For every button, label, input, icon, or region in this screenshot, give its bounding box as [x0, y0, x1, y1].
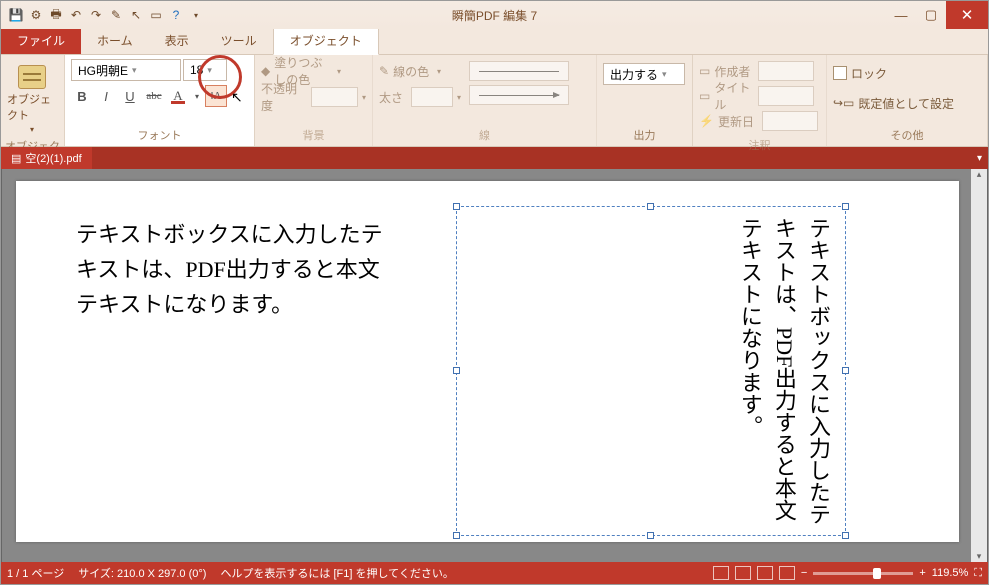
group-label-font: フォント	[65, 127, 254, 146]
view-mode-4-icon[interactable]	[779, 566, 795, 580]
pointer-icon[interactable]: ↖	[127, 6, 145, 24]
line-arrow-combo[interactable]	[469, 85, 569, 105]
cursor-icon: ↖	[231, 89, 243, 106]
selected-textbox[interactable]: テキストボックスに入力したテキストは、PDF出力すると本文テキストになります。	[456, 206, 846, 536]
underline-button[interactable]: U	[119, 85, 141, 107]
vertical-text[interactable]: テキストボックスに入力したテキストは、PDF出力すると本文テキストになります。	[733, 217, 835, 525]
output-combo[interactable]: 出力する▾	[603, 63, 685, 85]
author-input[interactable]	[758, 61, 814, 81]
close-button[interactable]: ✕	[946, 1, 988, 29]
edit-icon[interactable]: ✎	[107, 6, 125, 24]
document-canvas[interactable]: テキストボックスに入力したテキストは、PDF出力すると本文テキストになります。 …	[1, 169, 988, 562]
ribbon-tabs: ファイル ホーム 表示 ツール オブジェクト	[1, 29, 988, 55]
group-label-output: 出力	[597, 127, 692, 146]
italic-button[interactable]: I	[95, 85, 117, 107]
title-bar: 💾 ⚙ 🖶 ↶ ↷ ✎ ↖ ▭ ? ▾ 瞬簡PDF 編集 7 — ▢ ✕	[1, 1, 988, 29]
font-name-combo[interactable]: HG明朝E▾	[71, 59, 181, 81]
object-icon	[18, 65, 46, 89]
resize-handle[interactable]	[842, 367, 849, 374]
bold-button[interactable]: B	[71, 85, 93, 107]
set-default-button[interactable]: ↪▭既定値として設定	[833, 91, 954, 115]
group-label-other: その他	[827, 127, 987, 146]
tab-object[interactable]: オブジェクト	[273, 26, 379, 55]
font-size-combo[interactable]: 18▾	[183, 59, 227, 81]
line-width-input[interactable]	[411, 87, 453, 107]
pdf-icon: ▤	[11, 152, 21, 165]
ribbon: オブジェクト▾ オブジェクト HG明朝E▾ 18▾ B I U abc A ▾ …	[1, 55, 988, 147]
resize-handle[interactable]	[647, 203, 654, 210]
maximize-button[interactable]: ▢	[916, 1, 946, 29]
view-mode-1-icon[interactable]	[713, 566, 729, 580]
resize-handle[interactable]	[453, 367, 460, 374]
zoom-fit-icon[interactable]: ⛶	[974, 567, 982, 580]
quick-access-toolbar: 💾 ⚙ 🖶 ↶ ↷ ✎ ↖ ▭ ? ▾	[1, 6, 205, 24]
object-button[interactable]: オブジェクト▾	[7, 59, 57, 134]
resize-handle[interactable]	[842, 203, 849, 210]
author-icon: ▭	[699, 64, 710, 78]
title-icon: ▭	[699, 89, 710, 103]
font-color-dropdown[interactable]: ▾	[191, 85, 203, 107]
app-title: 瞬簡PDF 編集 7	[452, 7, 537, 24]
group-label-line: 線	[373, 127, 596, 146]
resize-handle[interactable]	[647, 532, 654, 539]
resize-handle[interactable]	[453, 203, 460, 210]
line-style-combo[interactable]	[469, 61, 569, 81]
vertical-text-button[interactable]: ‖A	[205, 85, 227, 107]
default-icon: ↪▭	[833, 96, 854, 110]
view-mode-3-icon[interactable]	[757, 566, 773, 580]
help-icon[interactable]: ?	[167, 6, 185, 24]
redo-icon[interactable]: ↷	[87, 6, 105, 24]
font-color-button[interactable]: A	[167, 85, 189, 107]
zoom-in-button[interactable]: +	[919, 567, 925, 579]
undo-icon[interactable]: ↶	[67, 6, 85, 24]
minimize-button[interactable]: —	[886, 1, 916, 29]
config-icon[interactable]: ⚙	[27, 6, 45, 24]
tab-tool[interactable]: ツール	[205, 27, 273, 54]
qat-dropdown-icon[interactable]: ▾	[187, 6, 205, 24]
lock-checkbox[interactable]: ロック	[833, 61, 954, 85]
document-tab[interactable]: ▤空(2)(1).pdf	[1, 147, 92, 169]
pen-icon: ✎	[379, 64, 389, 78]
tab-home[interactable]: ホーム	[81, 27, 149, 54]
group-label-bg: 背景	[255, 127, 372, 146]
resize-handle[interactable]	[842, 532, 849, 539]
strike-button[interactable]: abc	[143, 85, 165, 107]
resize-handle[interactable]	[453, 532, 460, 539]
status-bar: 1 / 1 ページ サイズ: 210.0 X 297.0 (0°) ヘルプを表示…	[1, 562, 988, 584]
page-indicator: 1 / 1 ページ	[7, 565, 64, 581]
title-input[interactable]	[758, 86, 814, 106]
zoom-slider[interactable]	[813, 572, 913, 575]
view-mode-2-icon[interactable]	[735, 566, 751, 580]
fill-icon: ◆	[261, 64, 270, 78]
tab-overflow-icon[interactable]: ▾	[971, 153, 988, 164]
opacity-input[interactable]	[311, 87, 358, 107]
tab-view[interactable]: 表示	[149, 27, 205, 54]
help-hint: ヘルプを表示するには [F1] を押してください。	[220, 565, 453, 581]
size-indicator: サイズ: 210.0 X 297.0 (0°)	[78, 565, 206, 581]
view-icon[interactable]: ▭	[147, 6, 165, 24]
body-text: テキストボックスに入力したテキストは、PDF出力すると本文テキストになります。	[76, 217, 396, 323]
print-icon[interactable]: 🖶	[47, 6, 65, 24]
tab-file[interactable]: ファイル	[1, 27, 81, 54]
vertical-scrollbar[interactable]	[971, 169, 987, 562]
save-icon[interactable]: 💾	[7, 6, 25, 24]
updated-input[interactable]	[762, 111, 818, 131]
document-tab-bar: ▤空(2)(1).pdf ▾	[1, 147, 988, 169]
updated-icon: ⚡	[699, 114, 714, 128]
zoom-value[interactable]: 119.5%	[932, 567, 969, 579]
group-label-annot: 注釈	[693, 137, 826, 156]
zoom-out-button[interactable]: −	[801, 567, 807, 579]
page: テキストボックスに入力したテキストは、PDF出力すると本文テキストになります。 …	[16, 181, 959, 542]
